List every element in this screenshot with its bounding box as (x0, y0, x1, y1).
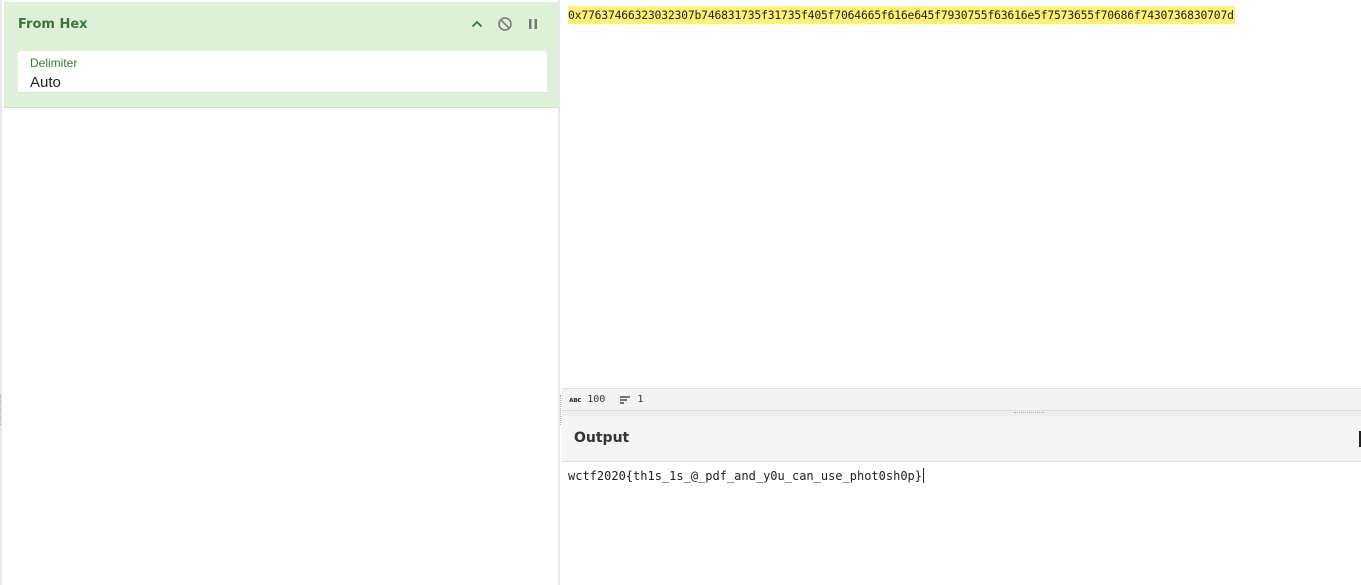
lines-stat: 1 (619, 394, 643, 405)
operation-controls (468, 14, 542, 34)
recipe-panel: From Hex Delimiter (0, 0, 560, 585)
input-text[interactable]: 0x77637466323032307b746831735f31735f405f… (568, 6, 1235, 24)
output-value[interactable]: wctf2020{th1s_1s_@_pdf_and_y0u_can_use_p… (568, 469, 922, 483)
abc-icon: ᴀʙᴄ (569, 395, 582, 404)
output-header: Output (562, 416, 1361, 462)
input-area[interactable]: 0x77637466323032307b746831735f31735f405f… (562, 0, 1361, 388)
input-status-bar: ᴀʙᴄ 100 1 (562, 388, 1361, 410)
disable-icon[interactable] (496, 15, 514, 33)
lines-icon (620, 395, 631, 404)
output-text[interactable]: wctf2020{th1s_1s_@_pdf_and_y0u_can_use_p… (568, 467, 925, 485)
operation-title: From Hex (18, 17, 88, 32)
delimiter-label: Delimiter (30, 56, 78, 70)
operation-from-hex[interactable]: From Hex Delimiter (4, 2, 558, 108)
pause-icon[interactable] (524, 15, 542, 33)
length-value: 100 (587, 394, 606, 405)
delimiter-input[interactable] (30, 73, 530, 91)
lines-value: 1 (637, 394, 644, 405)
divider-grip[interactable] (1014, 412, 1044, 414)
chevron-up-icon[interactable] (468, 15, 486, 33)
io-area: 0x77637466323032307b746831735f31735f405f… (562, 0, 1361, 585)
text-caret (923, 468, 925, 483)
length-stat: ᴀʙᴄ 100 (569, 394, 605, 405)
output-title: Output (574, 430, 630, 446)
output-area[interactable]: wctf2020{th1s_1s_@_pdf_and_y0u_can_use_p… (562, 462, 1361, 585)
delimiter-field[interactable]: Delimiter (18, 51, 547, 93)
left-resize-handle[interactable] (0, 395, 2, 425)
